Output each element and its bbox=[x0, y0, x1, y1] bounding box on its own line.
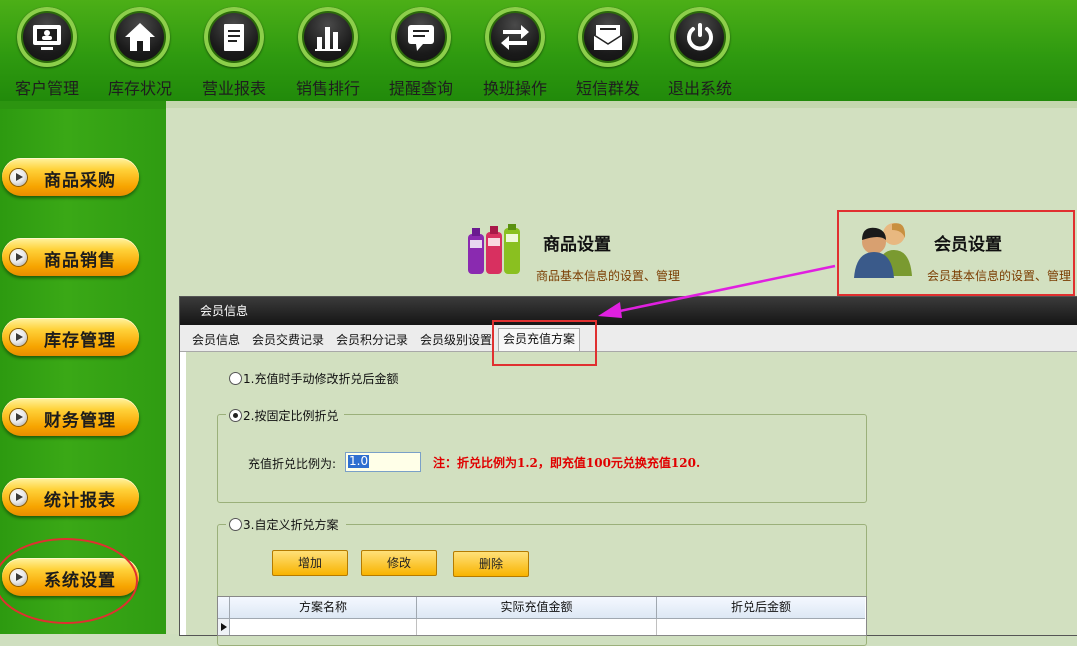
tab-member-info[interactable]: 会员信息 bbox=[188, 330, 244, 350]
document-icon bbox=[224, 24, 244, 51]
table-row-indicator[interactable] bbox=[218, 619, 230, 635]
products-icon bbox=[468, 224, 520, 274]
sidebar-item-statistics[interactable]: 统计报表 bbox=[2, 478, 139, 516]
toolbar-business-report[interactable]: 营业报表 bbox=[196, 0, 272, 101]
toolbar-label: 库存状况 bbox=[107, 79, 172, 98]
play-icon bbox=[10, 329, 27, 346]
rate-note: 注：折兑比例为1.2，即充值100元兑换充值120. bbox=[433, 456, 701, 470]
swap-arrows-icon bbox=[501, 25, 529, 50]
sidebar-item-purchasing[interactable]: 商品采购 bbox=[2, 158, 139, 196]
toolbar-label: 退出系统 bbox=[667, 79, 732, 98]
toolbar-inventory-status[interactable]: 库存状况 bbox=[102, 0, 178, 101]
current-row-icon bbox=[221, 623, 227, 631]
option-custom-label: 3.自定义折兑方案 bbox=[243, 518, 339, 532]
play-icon bbox=[10, 249, 27, 266]
play-icon bbox=[10, 489, 27, 506]
column-header[interactable]: 折兑后金额 bbox=[657, 597, 865, 619]
add-button[interactable]: 增加 bbox=[272, 550, 348, 576]
sidebar-item-label: 财务管理 bbox=[44, 411, 116, 431]
row-header-corner bbox=[218, 597, 230, 619]
sidebar-item-inventory[interactable]: 库存管理 bbox=[2, 318, 139, 356]
top-toolbar: 客户管理 库存状况 营业报表 销售排行 提醒查询 换班操作 短信群发 退出系统 bbox=[0, 0, 1077, 101]
toolbar-reminder-query[interactable]: 提醒查询 bbox=[383, 0, 459, 101]
monitor-icon bbox=[33, 25, 61, 50]
tab-bar: 会员信息 会员交费记录 会员积分记录 会员级别设置 会员充值方案 bbox=[180, 325, 1077, 352]
play-icon bbox=[10, 169, 27, 186]
sidebar-item-label: 商品销售 bbox=[44, 251, 116, 271]
edit-button[interactable]: 修改 bbox=[361, 550, 437, 576]
speech-bubble-icon bbox=[408, 25, 434, 51]
column-header[interactable]: 实际充值金额 bbox=[417, 597, 657, 619]
highlight-box-member bbox=[837, 210, 1075, 296]
play-icon bbox=[10, 409, 27, 426]
sidebar-item-finance[interactable]: 财务管理 bbox=[2, 398, 139, 436]
radio-option-manual[interactable] bbox=[229, 372, 242, 385]
sidebar-item-label: 库存管理 bbox=[44, 331, 116, 351]
highlight-box-tab bbox=[492, 320, 597, 366]
tab-payment-records[interactable]: 会员交费记录 bbox=[248, 330, 328, 350]
option-manual-label: 1.充值时手动修改折兑后金额 bbox=[243, 372, 399, 386]
plan-table: 方案名称 实际充值金额 折兑后金额 bbox=[217, 596, 867, 636]
rate-input[interactable]: 1.0 bbox=[345, 452, 421, 472]
radio-option-custom[interactable] bbox=[229, 518, 242, 531]
toolbar-label: 换班操作 bbox=[482, 79, 547, 98]
toolbar-customer-management[interactable]: 客户管理 bbox=[9, 0, 85, 101]
house-icon bbox=[125, 23, 155, 51]
tab-points-records[interactable]: 会员积分记录 bbox=[332, 330, 412, 350]
toolbar-sales-ranking[interactable]: 销售排行 bbox=[290, 0, 366, 101]
bar-chart-icon bbox=[315, 27, 341, 51]
toolbar-label: 客户管理 bbox=[14, 79, 79, 98]
product-settings-module[interactable] bbox=[466, 224, 526, 276]
envelope-icon bbox=[593, 25, 623, 50]
delete-button[interactable]: 删除 bbox=[453, 551, 529, 577]
toolbar-exit-system[interactable]: 退出系统 bbox=[662, 0, 738, 101]
toolbar-shift-change[interactable]: 换班操作 bbox=[477, 0, 553, 101]
sidebar-item-label: 商品采购 bbox=[44, 171, 116, 191]
toolbar-label: 销售排行 bbox=[295, 79, 360, 98]
radio-option-fixed-ratio[interactable] bbox=[229, 409, 242, 422]
rate-value: 1.0 bbox=[348, 454, 370, 468]
tab-level-settings[interactable]: 会员级别设置 bbox=[416, 330, 496, 350]
dialog-title: 会员信息 bbox=[200, 304, 249, 318]
toolbar-label: 营业报表 bbox=[201, 79, 266, 98]
toolbar-label: 提醒查询 bbox=[388, 79, 453, 98]
rate-label: 充值折兑比例为: bbox=[248, 457, 337, 471]
power-icon bbox=[687, 23, 713, 51]
pointer-arrow bbox=[598, 264, 836, 318]
column-header[interactable]: 方案名称 bbox=[230, 597, 417, 619]
toolbar-label: 短信群发 bbox=[575, 79, 640, 98]
toolbar-sms-broadcast[interactable]: 短信群发 bbox=[570, 0, 646, 101]
highlight-ellipse bbox=[0, 538, 138, 624]
option-fixed-ratio-label: 2.按固定比例折兑 bbox=[243, 409, 339, 423]
product-settings-title[interactable]: 商品设置 bbox=[543, 230, 611, 255]
sidebar-item-sales[interactable]: 商品销售 bbox=[2, 238, 139, 276]
sidebar-item-label: 统计报表 bbox=[44, 491, 116, 511]
